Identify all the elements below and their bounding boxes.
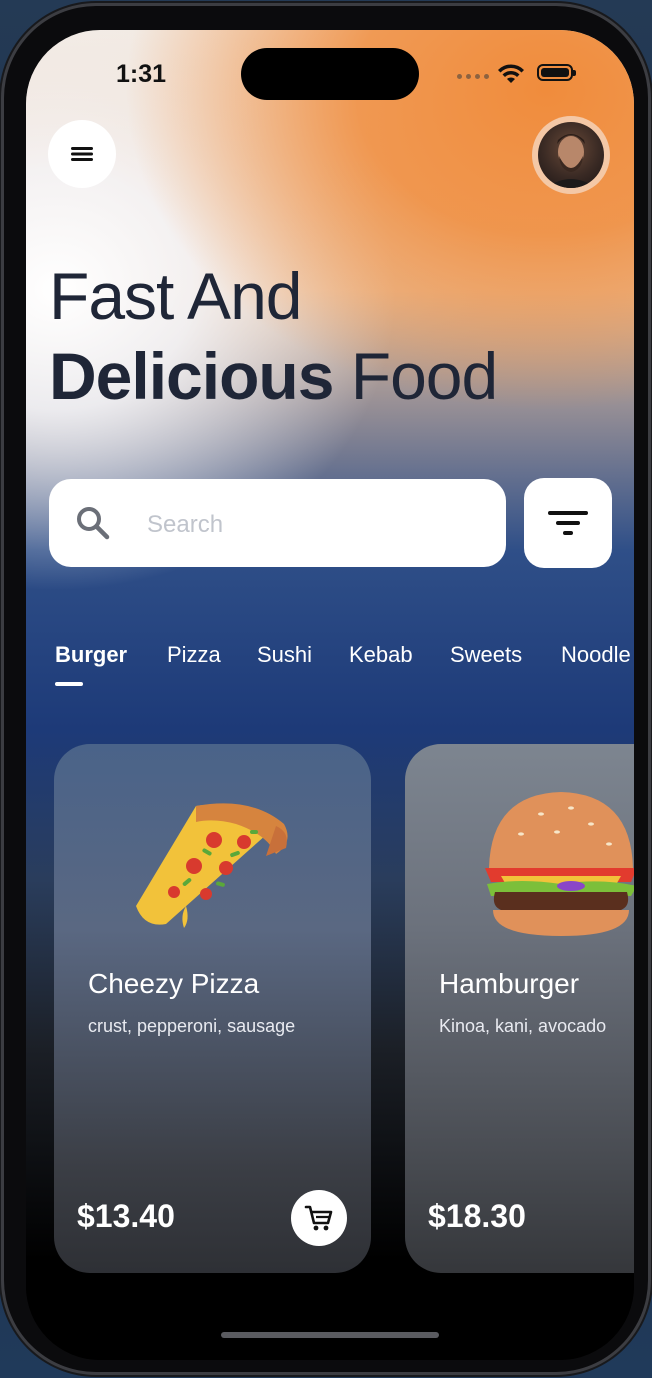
filter-button[interactable] [524,478,612,568]
cart-icon [304,1205,333,1231]
phone-frame: 1:31 Fast And Delicious Food Search Burg… [4,6,648,1372]
app-screen: 1:31 Fast And Delicious Food Search Burg… [26,30,634,1360]
burger-image [485,792,634,936]
search-icon [77,507,110,540]
tab-noodle[interactable]: Noodle [561,642,631,668]
page-headline: Fast And Delicious Food [49,256,498,416]
wifi-icon [498,64,524,83]
headline-line-2: Delicious Food [49,336,498,416]
headline-bold-word: Delicious [49,339,334,413]
dynamic-island [241,48,419,100]
filter-icon [548,511,588,535]
headline-line-2-rest: Food [333,339,498,413]
avatar [538,122,604,188]
status-time: 1:31 [116,60,167,88]
active-tab-indicator [55,682,83,686]
add-to-cart-button[interactable] [291,1190,347,1246]
search-input[interactable]: Search [147,511,223,539]
search-bar[interactable]: Search [49,479,506,567]
product-price: $18.30 [428,1198,526,1234]
home-indicator[interactable] [221,1332,439,1338]
product-card[interactable]: Hamburger Kinoa, kani, avocado $18.30 [405,744,634,1273]
tab-sushi[interactable]: Sushi [257,642,312,668]
tab-burger[interactable]: Burger [55,642,127,668]
product-price: $13.40 [77,1198,175,1234]
product-name: Cheezy Pizza [88,968,260,999]
product-description: Kinoa, kani, avocado [439,1016,607,1036]
product-description: crust, pepperoni, sausage [88,1016,296,1036]
tab-pizza[interactable]: Pizza [167,642,221,668]
tab-sweets[interactable]: Sweets [450,642,522,668]
user-avatar-button[interactable] [532,116,610,194]
menu-button[interactable] [48,120,116,188]
tab-kebab[interactable]: Kebab [349,642,413,668]
headline-line-1: Fast And [49,259,303,333]
hamburger-menu-icon [71,147,93,161]
cellular-signal-icon [457,74,489,79]
product-name: Hamburger [439,968,580,999]
product-card[interactable]: Cheezy Pizza crust, pepperoni, sausage $… [54,744,371,1273]
battery-icon [537,64,576,81]
pizza-slice-image [136,803,288,928]
